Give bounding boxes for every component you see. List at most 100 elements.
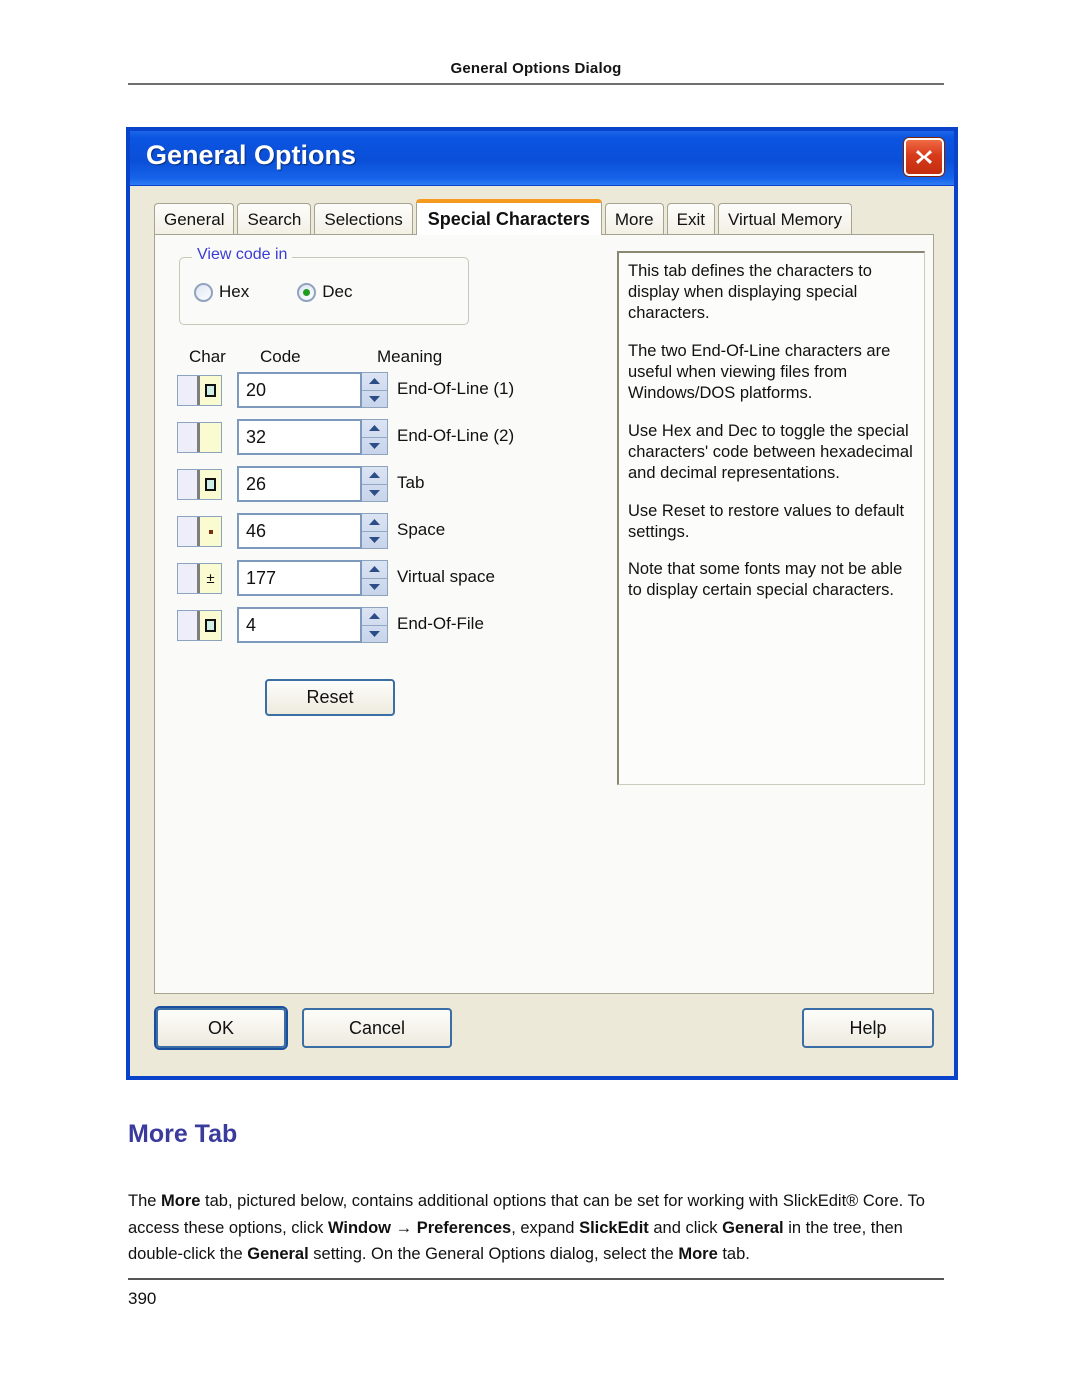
spinner-up-icon[interactable]: [362, 561, 387, 579]
char-preview: [177, 375, 222, 406]
tab-exit[interactable]: Exit: [666, 203, 715, 235]
table-row: ± 177 Virtual space: [165, 559, 685, 606]
description-paragraph: This tab defines the characters to displ…: [628, 262, 872, 322]
footer-rule: [128, 1278, 944, 1280]
radio-hex-icon: [194, 282, 213, 302]
char-preview: [177, 516, 222, 547]
tab-label: General: [164, 209, 225, 229]
help-button[interactable]: Help: [802, 1008, 934, 1048]
char-preview: ±: [177, 563, 222, 594]
tab-content-panel: View code in Hex Dec Char Code Meaning 2…: [154, 234, 934, 994]
spinner-down-icon[interactable]: [362, 438, 387, 455]
spinner-arrows[interactable]: [362, 513, 388, 549]
tab-virtual-memory[interactable]: Virtual Memory: [717, 203, 852, 235]
meaning-label: End-Of-Line (1): [397, 379, 515, 398]
meaning-label: Space: [397, 520, 446, 539]
char-preview: [177, 469, 222, 500]
view-code-in-radio-row: Hex Dec: [194, 282, 400, 302]
close-icon[interactable]: [904, 138, 944, 176]
char-preview: [177, 422, 222, 453]
section-heading: More Tab: [128, 1120, 238, 1148]
table-row: 26 Tab: [165, 465, 685, 512]
spinner-arrows[interactable]: [362, 466, 388, 502]
spinner-up-icon[interactable]: [362, 373, 387, 391]
meaning-label: End-Of-Line (2): [397, 426, 515, 445]
code-input[interactable]: 177: [237, 560, 362, 596]
code-input[interactable]: 4: [237, 607, 362, 643]
code-spinner[interactable]: 26: [237, 466, 388, 502]
tab-label: Exit: [676, 209, 705, 229]
page-running-header: General Options Dialog: [128, 60, 944, 85]
table-row: 20 End-Of-Line (1): [165, 371, 685, 418]
description-paragraph: Use Reset to restore values to default s…: [628, 501, 905, 541]
ok-button[interactable]: OK: [156, 1008, 286, 1048]
description-paragraph: Note that some fonts may not be able to …: [628, 560, 903, 600]
spinner-arrows[interactable]: [362, 607, 388, 643]
tab-label: More: [614, 209, 654, 229]
dialog-tabstrip: General Search Selections Special Charac…: [154, 199, 855, 235]
spinner-up-icon[interactable]: [362, 514, 387, 532]
description-panel: This tab defines the characters to displ…: [617, 251, 925, 785]
reset-button[interactable]: Reset: [265, 679, 395, 716]
dialog-title: General Options: [146, 140, 357, 170]
cancel-button[interactable]: Cancel: [302, 1008, 452, 1048]
code-input[interactable]: 32: [237, 419, 362, 455]
column-header-meaning: Meaning: [377, 347, 443, 366]
code-spinner[interactable]: 4: [237, 607, 388, 643]
plus-minus-icon: ±: [206, 570, 215, 587]
view-code-in-groupbox: View code in Hex Dec: [179, 246, 469, 325]
special-characters-table: Char Code Meaning 20 End-Of-Line (1) 32 …: [165, 347, 685, 653]
tab-search[interactable]: Search: [237, 203, 312, 235]
column-header-char: Char: [189, 347, 226, 366]
spinner-down-icon[interactable]: [362, 579, 387, 596]
spinner-arrows[interactable]: [362, 419, 388, 455]
tab-special-characters[interactable]: Special Characters: [415, 199, 602, 235]
radio-dec-label: Dec: [322, 282, 353, 301]
tab-more[interactable]: More: [604, 203, 664, 235]
space-dot-icon: [208, 529, 213, 534]
radio-dec[interactable]: Dec: [297, 282, 352, 302]
dialog-footer: OK Cancel Help: [130, 1003, 954, 1073]
tab-selections[interactable]: Selections: [314, 203, 413, 235]
radio-hex[interactable]: Hex: [194, 282, 249, 302]
description-paragraph: The two End-Of-Line characters are usefu…: [628, 341, 891, 402]
meaning-label: Tab: [397, 473, 425, 492]
char-preview: [177, 610, 222, 641]
table-row: 4 End-Of-File: [165, 606, 685, 653]
radio-hex-label: Hex: [219, 282, 250, 301]
code-spinner[interactable]: 32: [237, 419, 388, 455]
spinner-down-icon[interactable]: [362, 626, 387, 643]
code-input[interactable]: 46: [237, 513, 362, 549]
spinner-up-icon[interactable]: [362, 608, 387, 626]
tab-label: Special Characters: [427, 208, 590, 229]
general-options-dialog: General Options General Search Selection…: [126, 127, 958, 1080]
spinner-up-icon[interactable]: [362, 420, 387, 438]
tab-label: Virtual Memory: [727, 209, 842, 229]
description-paragraph: Use Hex and Dec to toggle the special ch…: [628, 421, 913, 482]
tab-square-icon: [205, 478, 216, 491]
eof-square-icon: [205, 619, 216, 632]
spinner-arrows[interactable]: [362, 372, 388, 408]
running-header-text: General Options Dialog: [450, 60, 622, 77]
code-input[interactable]: 20: [237, 372, 362, 408]
spinner-up-icon[interactable]: [362, 467, 387, 485]
radio-dec-icon: [297, 282, 317, 302]
code-spinner[interactable]: 177: [237, 560, 388, 596]
tab-label: Selections: [324, 209, 403, 229]
tab-label: Search: [247, 209, 302, 229]
dialog-titlebar[interactable]: General Options: [130, 131, 954, 186]
code-spinner[interactable]: 20: [237, 372, 388, 408]
eol-square-icon: [205, 384, 216, 397]
meaning-label: Virtual space: [397, 567, 495, 586]
header-rule: [128, 83, 944, 85]
spinner-down-icon[interactable]: [362, 391, 387, 408]
table-row: 46 Space: [165, 512, 685, 559]
spinner-arrows[interactable]: [362, 560, 388, 596]
tab-general[interactable]: General: [154, 203, 235, 235]
column-header-code: Code: [260, 347, 301, 366]
code-input[interactable]: 26: [237, 466, 362, 502]
page-number: 390: [128, 1289, 157, 1308]
code-spinner[interactable]: 46: [237, 513, 388, 549]
spinner-down-icon[interactable]: [362, 485, 387, 502]
spinner-down-icon[interactable]: [362, 532, 387, 549]
